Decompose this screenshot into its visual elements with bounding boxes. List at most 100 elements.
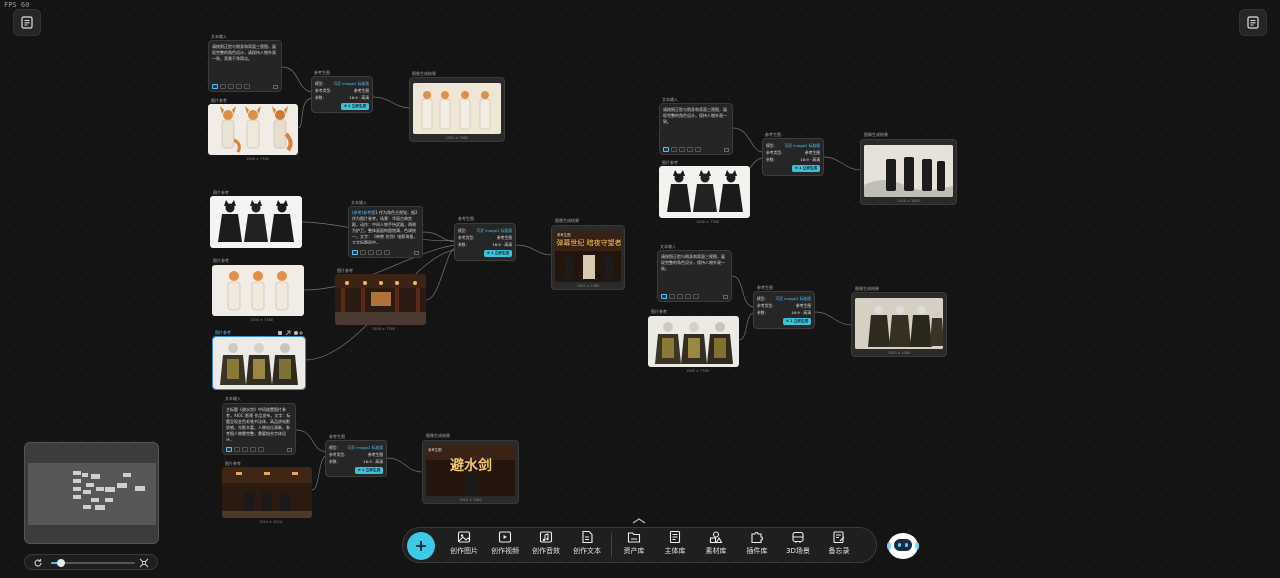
prompt-text[interactable]: 请按照正脸与侧身和背面三视图，展现完整的角色设计，保持人物外观一致。: [661, 254, 728, 288]
node-toolbar[interactable]: [663, 147, 701, 152]
prompt-text[interactable]: 请按照正脸与侧身和背面三视图，展现完整的角色设计，保持人物外观一致。: [663, 107, 729, 141]
toolbar-memo[interactable]: 备忘录: [819, 530, 859, 560]
fox-reference-image[interactable]: [208, 104, 298, 155]
generation-settings-node[interactable]: 模型: 可灵 image2 标准版 参考类型: 参考生图 参数: 16:9 · 高清 …: [325, 440, 387, 477]
model-select[interactable]: 可灵 image2 标准版: [775, 296, 811, 302]
node-toolbar[interactable]: [352, 250, 390, 255]
puzzle-icon: [751, 532, 763, 544]
toolbar-create-image[interactable]: 创作图片: [444, 530, 484, 560]
model-select[interactable]: 可灵 image2 标准版: [784, 143, 820, 149]
node-label: 参考生图: [458, 216, 474, 221]
prompt-text[interactable]: 请按照正脸与侧身和背面三视图，展现完整的角色设计，请保持人物外观一致，背景干净简…: [212, 44, 278, 78]
node-toolbar[interactable]: [226, 447, 264, 452]
generate-button[interactable]: ⊕ 1 立即生成: [341, 103, 369, 110]
node-actions[interactable]: [277, 330, 305, 336]
expand-icon[interactable]: [723, 295, 728, 299]
text-input-node[interactable]: 主标题《避水剑》中间放置图片参考，AIGC 影视 作品发布。文字：标题呈现金色毛…: [222, 403, 296, 455]
tiger-reference-image[interactable]: [212, 336, 306, 390]
params-select[interactable]: 16:9 · 高清: [791, 310, 811, 316]
generate-button[interactable]: ⊕ 1 立即生成: [783, 318, 811, 325]
toolbar-create-video[interactable]: 创作视频: [485, 530, 525, 560]
chevron-up-icon[interactable]: [631, 517, 647, 525]
ref-type-select[interactable]: 参考生图: [497, 235, 512, 241]
toolbar-asset-library[interactable]: 资产库: [614, 530, 654, 560]
result-image[interactable]: 弹幕世纪 暗夜守望者: [555, 231, 621, 282]
ai-assistant-button[interactable]: [885, 527, 921, 563]
prompt-text[interactable]: 主标题《避水剑》中间放置图片参考，AIGC 影视 作品发布。文字：标题呈现金色毛…: [226, 407, 292, 441]
node-toolbar[interactable]: [212, 84, 250, 89]
wolf-reference-image[interactable]: [210, 196, 302, 248]
ref-type-select[interactable]: 参考生图: [354, 88, 369, 94]
tiger-reference-image-2[interactable]: [648, 316, 739, 367]
ref-type-select[interactable]: 参考生图: [805, 150, 820, 156]
zoom-slider-thumb[interactable]: [57, 559, 66, 567]
model-select[interactable]: 可灵 image2 标准版: [476, 228, 512, 234]
generation-result-node[interactable]: 参考生图 避水剑 1920 × 1080: [422, 440, 519, 504]
tiger-character-icon: [220, 343, 298, 385]
text-input-node[interactable]: (参考)参考图1 作为角色主视觉，图2作为图片参考。场景：华丽古典宫殿，动作：中…: [348, 206, 423, 258]
image-icon: [457, 531, 471, 543]
zoom-control[interactable]: [24, 554, 158, 570]
document-icon: [582, 530, 593, 544]
ref-type-select[interactable]: 参考生图: [368, 452, 383, 458]
palace-scene-icon: [335, 274, 426, 325]
add-node-button[interactable]: [407, 532, 435, 560]
generation-settings-node[interactable]: 模型: 可灵 image2 标准版 参考类型: 参考生图 参数: 16:9 · 高清 …: [753, 291, 815, 329]
model-select[interactable]: 可灵 image2 标准版: [347, 445, 383, 451]
model-label: 模型:: [458, 227, 467, 233]
wolf-reference-image-2[interactable]: [659, 166, 750, 218]
expand-icon[interactable]: [414, 251, 419, 255]
model-select[interactable]: 可灵 image2 标准版: [333, 81, 369, 87]
fox-reference-image-2[interactable]: [212, 265, 304, 316]
expand-icon[interactable]: [724, 148, 729, 152]
result-image[interactable]: [864, 145, 953, 197]
image-size-label: 1920 × 1080: [576, 284, 600, 288]
toolbar-label: 插件库: [746, 547, 768, 555]
generate-button[interactable]: ⊕ 1 立即生成: [355, 467, 383, 474]
result-image[interactable]: [413, 83, 501, 134]
params-select[interactable]: 16:9 · 高清: [492, 242, 512, 248]
model-label: 模型:: [315, 80, 324, 86]
toolbar-plugin-library[interactable]: 插件库: [737, 530, 777, 560]
refresh-icon[interactable]: [33, 558, 43, 568]
result-image[interactable]: [855, 298, 943, 349]
generation-settings-node[interactable]: 模型: 可灵 image2 标准版 参考类型: 参考生图 参数: 16:9 · 高清 …: [762, 138, 824, 176]
palace-scene-icon: [222, 467, 312, 518]
prompt-highlight: (参考)参考图: [352, 210, 376, 215]
cinema-reference-image[interactable]: [222, 467, 312, 518]
expand-icon[interactable]: [287, 448, 292, 452]
generation-result-node[interactable]: 参考生图 1920 × 7680: [409, 77, 505, 142]
toolbar-create-text[interactable]: 创作文本: [567, 530, 607, 560]
toolbar-3d-scene[interactable]: 3D场景: [778, 530, 818, 560]
generation-result-node[interactable]: 参考生图 1920 × 1080: [860, 139, 957, 205]
params-select[interactable]: 16:9 · 高清: [349, 95, 369, 101]
toolbar-subject-library[interactable]: 主体库: [655, 530, 695, 560]
palace-reference-image[interactable]: [335, 274, 426, 325]
toolbar-material-library[interactable]: 素材库: [696, 530, 736, 560]
expand-icon[interactable]: [273, 85, 278, 89]
text-input-node[interactable]: 请按照正脸与侧身和背面三视图，展现完整的角色设计，保持人物外观一致。: [659, 103, 733, 155]
node-label: 图片参考: [213, 258, 229, 263]
video-icon: [498, 531, 512, 543]
generate-button[interactable]: ⊕ 1 立即生成: [484, 250, 512, 257]
params-select[interactable]: 16:9 · 高清: [800, 157, 820, 163]
generation-result-node[interactable]: 参考生图 弹幕世纪 暗夜守望者 1920 × 1080: [551, 225, 625, 290]
node-toolbar[interactable]: [661, 294, 699, 299]
node-canvas[interactable]: FPS 60 文本输入 请按照正脸与侧身和背面三视图，展现完整的角色设计，请保持…: [0, 0, 1280, 578]
generation-result-node[interactable]: 参考生图 1920 × 1080: [851, 292, 947, 357]
zoom-slider-track[interactable]: [51, 559, 135, 567]
prompt-text[interactable]: (参考)参考图1 作为角色主视觉，图2作为图片参考。场景：华丽古典宫殿，动作：中…: [352, 210, 419, 244]
ref-type-select[interactable]: 参考生图: [796, 303, 811, 309]
result-badge: 参考生图: [428, 448, 442, 452]
result-image[interactable]: 避水剑: [426, 446, 515, 496]
params-select[interactable]: 16:9 · 高清: [363, 459, 383, 465]
fit-view-icon[interactable]: [139, 558, 149, 568]
generate-button[interactable]: ⊕ 1 立即生成: [792, 165, 820, 172]
toolbar-create-audio[interactable]: 创作音效: [526, 530, 566, 560]
ref-type-label: 参考类型:: [766, 149, 783, 155]
minimap[interactable]: [24, 442, 159, 544]
generation-settings-node[interactable]: 模型: 可灵 image2 标准版 参考类型: 参考生图 参数: 16:9 · 高清 …: [454, 223, 516, 261]
text-input-node[interactable]: 请按照正脸与侧身和背面三视图，展现完整的角色设计，保持人物外观一致。: [657, 250, 732, 302]
text-input-node[interactable]: 请按照正脸与侧身和背面三视图，展现完整的角色设计，请保持人物外观一致，背景干净简…: [208, 40, 282, 92]
generation-settings-node[interactable]: 模型: 可灵 image2 标准版 参考类型: 参考生图 参数: 16:9 · 高清 …: [311, 76, 373, 113]
